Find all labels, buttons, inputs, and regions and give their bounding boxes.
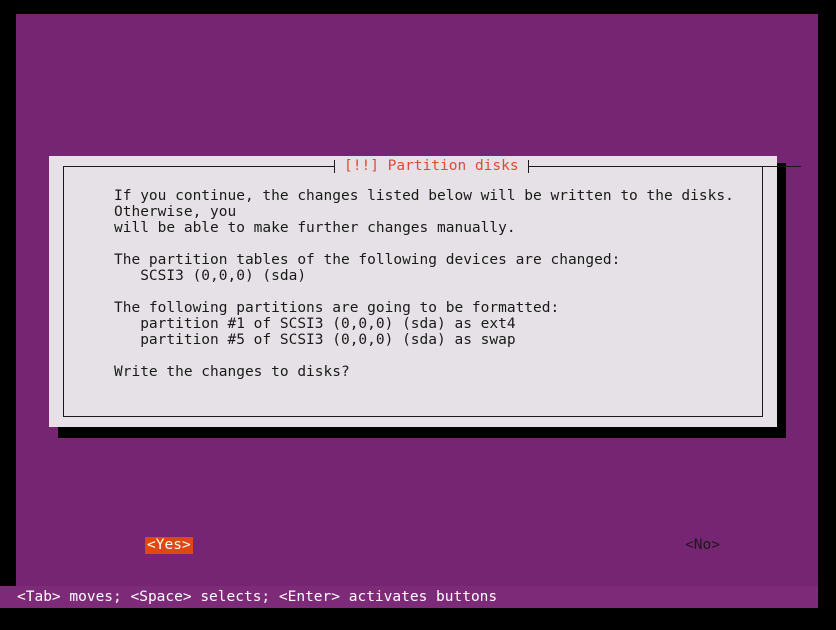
format-heading: The following partitions are going to be…: [114, 300, 560, 316]
dialog-frame-right: [762, 166, 763, 417]
dialog-button-row: <Yes> <No>: [114, 537, 722, 554]
intro-paragraph: If you continue, the changes listed belo…: [114, 188, 734, 236]
dialog-title: [!!] Partition disks: [344, 158, 519, 174]
dialog-frame-left: [63, 166, 64, 417]
yes-button[interactable]: <Yes>: [145, 537, 193, 554]
partition-tables-heading: The partition tables of the following de…: [114, 252, 621, 268]
titlebar-rule-right: [528, 165, 801, 167]
titlebar-rule-left: [63, 165, 334, 167]
confirm-question: Write the changes to disks?: [114, 364, 350, 380]
dialog-body: If you continue, the changes listed belo…: [114, 188, 757, 380]
no-button[interactable]: <No>: [683, 537, 722, 554]
list-item: partition #5 of SCSI3 (0,0,0) (sda) as s…: [114, 332, 516, 348]
partition-disks-dialog: [!!] Partition disks If you continue, th…: [49, 156, 801, 554]
keyboard-help-status-bar: <Tab> moves; <Space> selects; <Enter> ac…: [0, 586, 818, 608]
dialog-titlebar: [!!] Partition disks: [49, 156, 801, 176]
list-item: SCSI3 (0,0,0) (sda): [114, 268, 307, 284]
list-item: partition #1 of SCSI3 (0,0,0) (sda) as e…: [114, 316, 516, 332]
dialog-frame-bottom: [63, 416, 763, 417]
